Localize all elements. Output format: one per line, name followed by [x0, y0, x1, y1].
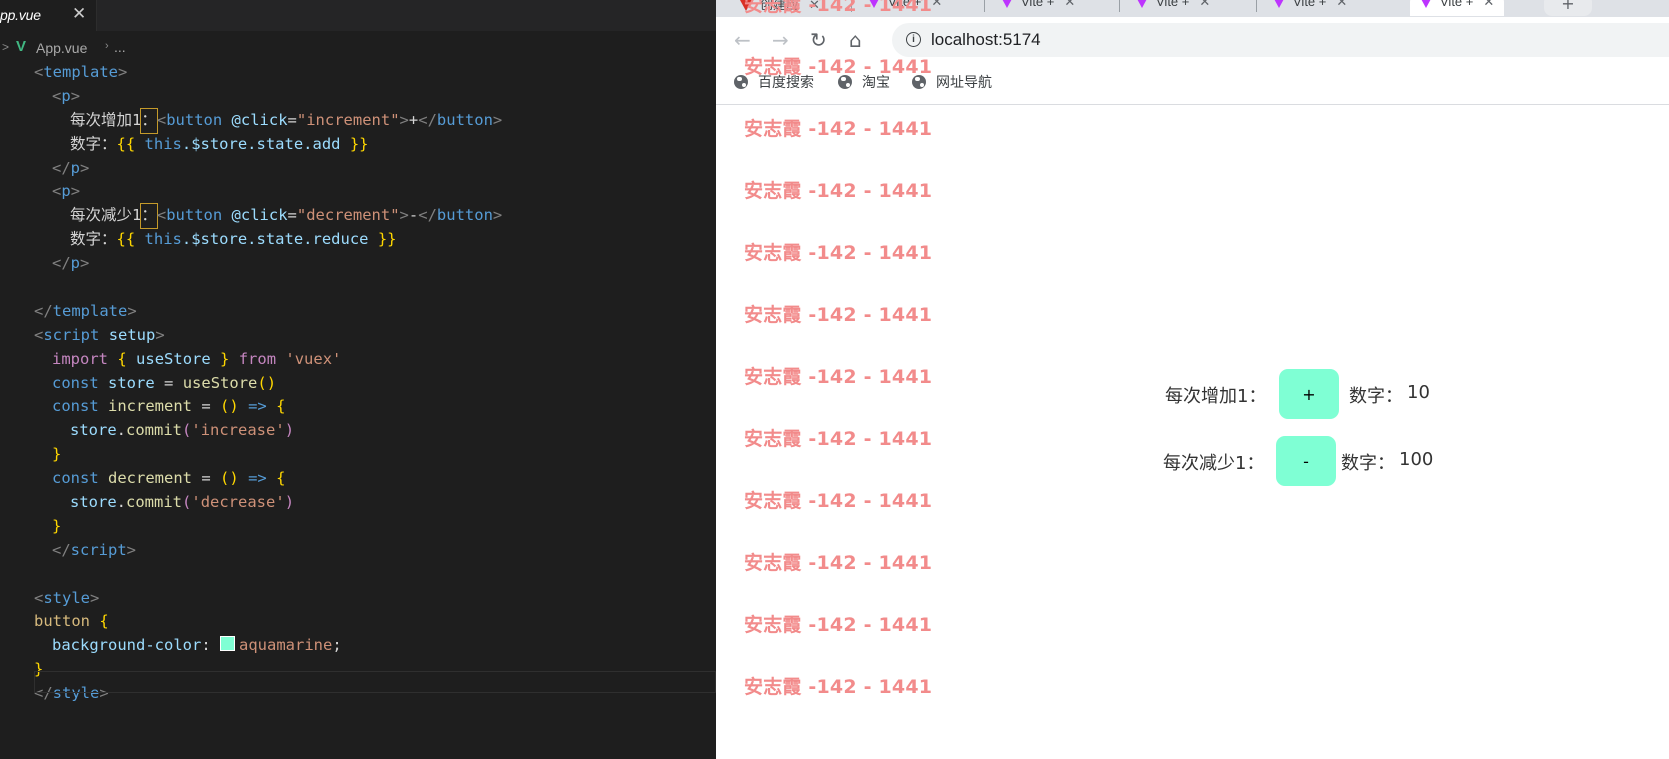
watermark: 安志霞 -142 - 1441	[744, 180, 933, 202]
code-line: const increment = () => {	[52, 397, 286, 416]
code-line: <style>	[34, 588, 100, 607]
home-icon[interactable]: ⌂	[849, 28, 862, 52]
watermark: 安志霞 -142 - 1441	[744, 428, 933, 450]
vite-icon	[1136, 0, 1148, 9]
browser-tab[interactable]: Vite + ✕	[1001, 0, 1075, 16]
browser-window: 创建应 ✕ Vite + ✕ Vite + ✕ Vite + ✕ Vite + ✕ Vit…	[716, 0, 1669, 759]
code-line: background-color: aquamarine;	[52, 636, 342, 655]
decrement-count-label: 数字：	[1341, 453, 1395, 474]
code-line: const store = useStore()	[52, 373, 277, 392]
info-icon[interactable]: i	[906, 32, 921, 47]
address-bar[interactable]: i localhost:5174	[892, 23, 1669, 57]
watermark: 安志霞 -142 - 1441	[744, 242, 933, 264]
watermark: 安志霞 -142 - 1441	[744, 118, 933, 140]
breadcrumb-more[interactable]: ...	[114, 39, 126, 55]
code-line: button {	[34, 612, 109, 631]
watermark: 安志霞 -142 - 1441	[744, 56, 933, 78]
vue-file-icon: V	[16, 38, 27, 55]
reload-icon[interactable]: ↻	[810, 28, 827, 52]
decrement-count: 100	[1399, 449, 1434, 470]
watermark: 安志霞 -142 - 1441	[744, 366, 933, 388]
code-line: const decrement = () => {	[52, 469, 286, 488]
code-line: <script setup>	[34, 325, 165, 344]
decrement-button[interactable]: -	[1276, 436, 1336, 486]
browser-tab-label: Vite +	[1293, 0, 1327, 9]
vite-icon	[1001, 0, 1013, 9]
code-line: 数字：{{ this.$store.state.reduce }}	[70, 230, 397, 249]
back-icon[interactable]: ←	[734, 28, 751, 52]
code-line: <p>	[52, 182, 81, 201]
editor-tab-app-vue[interactable]: pp.vue ✕	[0, 0, 97, 31]
close-icon[interactable]: ✕	[1064, 0, 1075, 9]
browser-tab-label: Vite +	[1021, 0, 1055, 9]
editor-tab-bar: pp.vue ✕	[0, 0, 716, 31]
increment-count: 10	[1407, 382, 1430, 403]
vite-icon	[1420, 0, 1432, 9]
color-swatch[interactable]	[220, 636, 235, 652]
chevron-right-icon: ›	[105, 40, 109, 52]
code-line: store.commit('decrease')	[70, 493, 295, 512]
code-area[interactable]: <template> <p> 每次增加1：<button @click="inc…	[0, 61, 716, 706]
code-line: 每次增加1：<button @click="increment">+</butt…	[0, 107, 716, 134]
code-line: }	[52, 445, 62, 464]
close-icon[interactable]: ✕	[72, 4, 86, 24]
increment-label: 每次增加1：	[1165, 386, 1267, 407]
code-line: <p>	[52, 86, 81, 105]
bookmark-label: 网址导航	[936, 75, 992, 91]
watermark: 安志霞 -142 - 1441	[744, 0, 933, 16]
url-text[interactable]: localhost:5174	[931, 30, 1041, 50]
close-icon[interactable]: ✕	[1483, 0, 1494, 9]
chevron-right-icon: >	[2, 40, 10, 54]
watermark: 安志霞 -142 - 1441	[744, 304, 933, 326]
close-icon[interactable]: ✕	[1336, 0, 1347, 9]
browser-tab-active[interactable]: Vite + ✕	[1410, 0, 1505, 16]
current-line-highlight	[34, 671, 716, 693]
decrement-row: 每次减少1： - 数字： 100	[716, 105, 1669, 486]
watermark: 安志霞 -142 - 1441	[744, 552, 933, 574]
new-tab-button[interactable]: +	[1544, 0, 1592, 16]
close-icon[interactable]: ✕	[931, 0, 942, 9]
browser-tab-label: Vite +	[1440, 0, 1474, 9]
page-content: 安志霞 -142 - 1441 安志霞 -142 - 1441 安志霞 -142…	[716, 0, 1669, 759]
code-line: </script>	[52, 540, 137, 559]
code-line: </p>	[52, 254, 90, 273]
code-line: <template>	[34, 63, 128, 81]
code-line: }	[52, 516, 62, 535]
watermark: 安志霞 -142 - 1441	[744, 676, 933, 698]
code-line: </p>	[52, 158, 90, 177]
code-line: store.commit('increase')	[70, 421, 295, 440]
code-line: </template>	[34, 301, 137, 320]
code-line: 数字：{{ this.$store.state.add }}	[70, 134, 369, 153]
browser-tab-label: Vite +	[1156, 0, 1190, 9]
code-line: 每次减少1：<button @click="decrement">-</butt…	[0, 203, 716, 230]
watermark: 安志霞 -142 - 1441	[744, 614, 933, 636]
editor-tab-label: pp.vue	[0, 7, 41, 23]
browser-tab[interactable]: Vite + ✕	[1273, 0, 1347, 16]
browser-tab[interactable]: Vite + ✕	[1136, 0, 1210, 16]
watermark: 安志霞 -142 - 1441	[744, 490, 933, 512]
code-line: import { useStore } from 'vuex'	[52, 349, 342, 368]
code-editor[interactable]: pp.vue ✕ > V App.vue › ... <template> <p…	[0, 0, 716, 759]
close-icon[interactable]: ✕	[1199, 0, 1210, 9]
forward-icon[interactable]: →	[772, 28, 789, 52]
breadcrumb-file[interactable]: App.vue	[36, 40, 87, 56]
decrement-label: 每次减少1：	[1163, 453, 1265, 474]
increment-button[interactable]: +	[1279, 369, 1339, 419]
increment-count-label: 数字：	[1349, 386, 1403, 407]
vite-icon	[1273, 0, 1285, 9]
